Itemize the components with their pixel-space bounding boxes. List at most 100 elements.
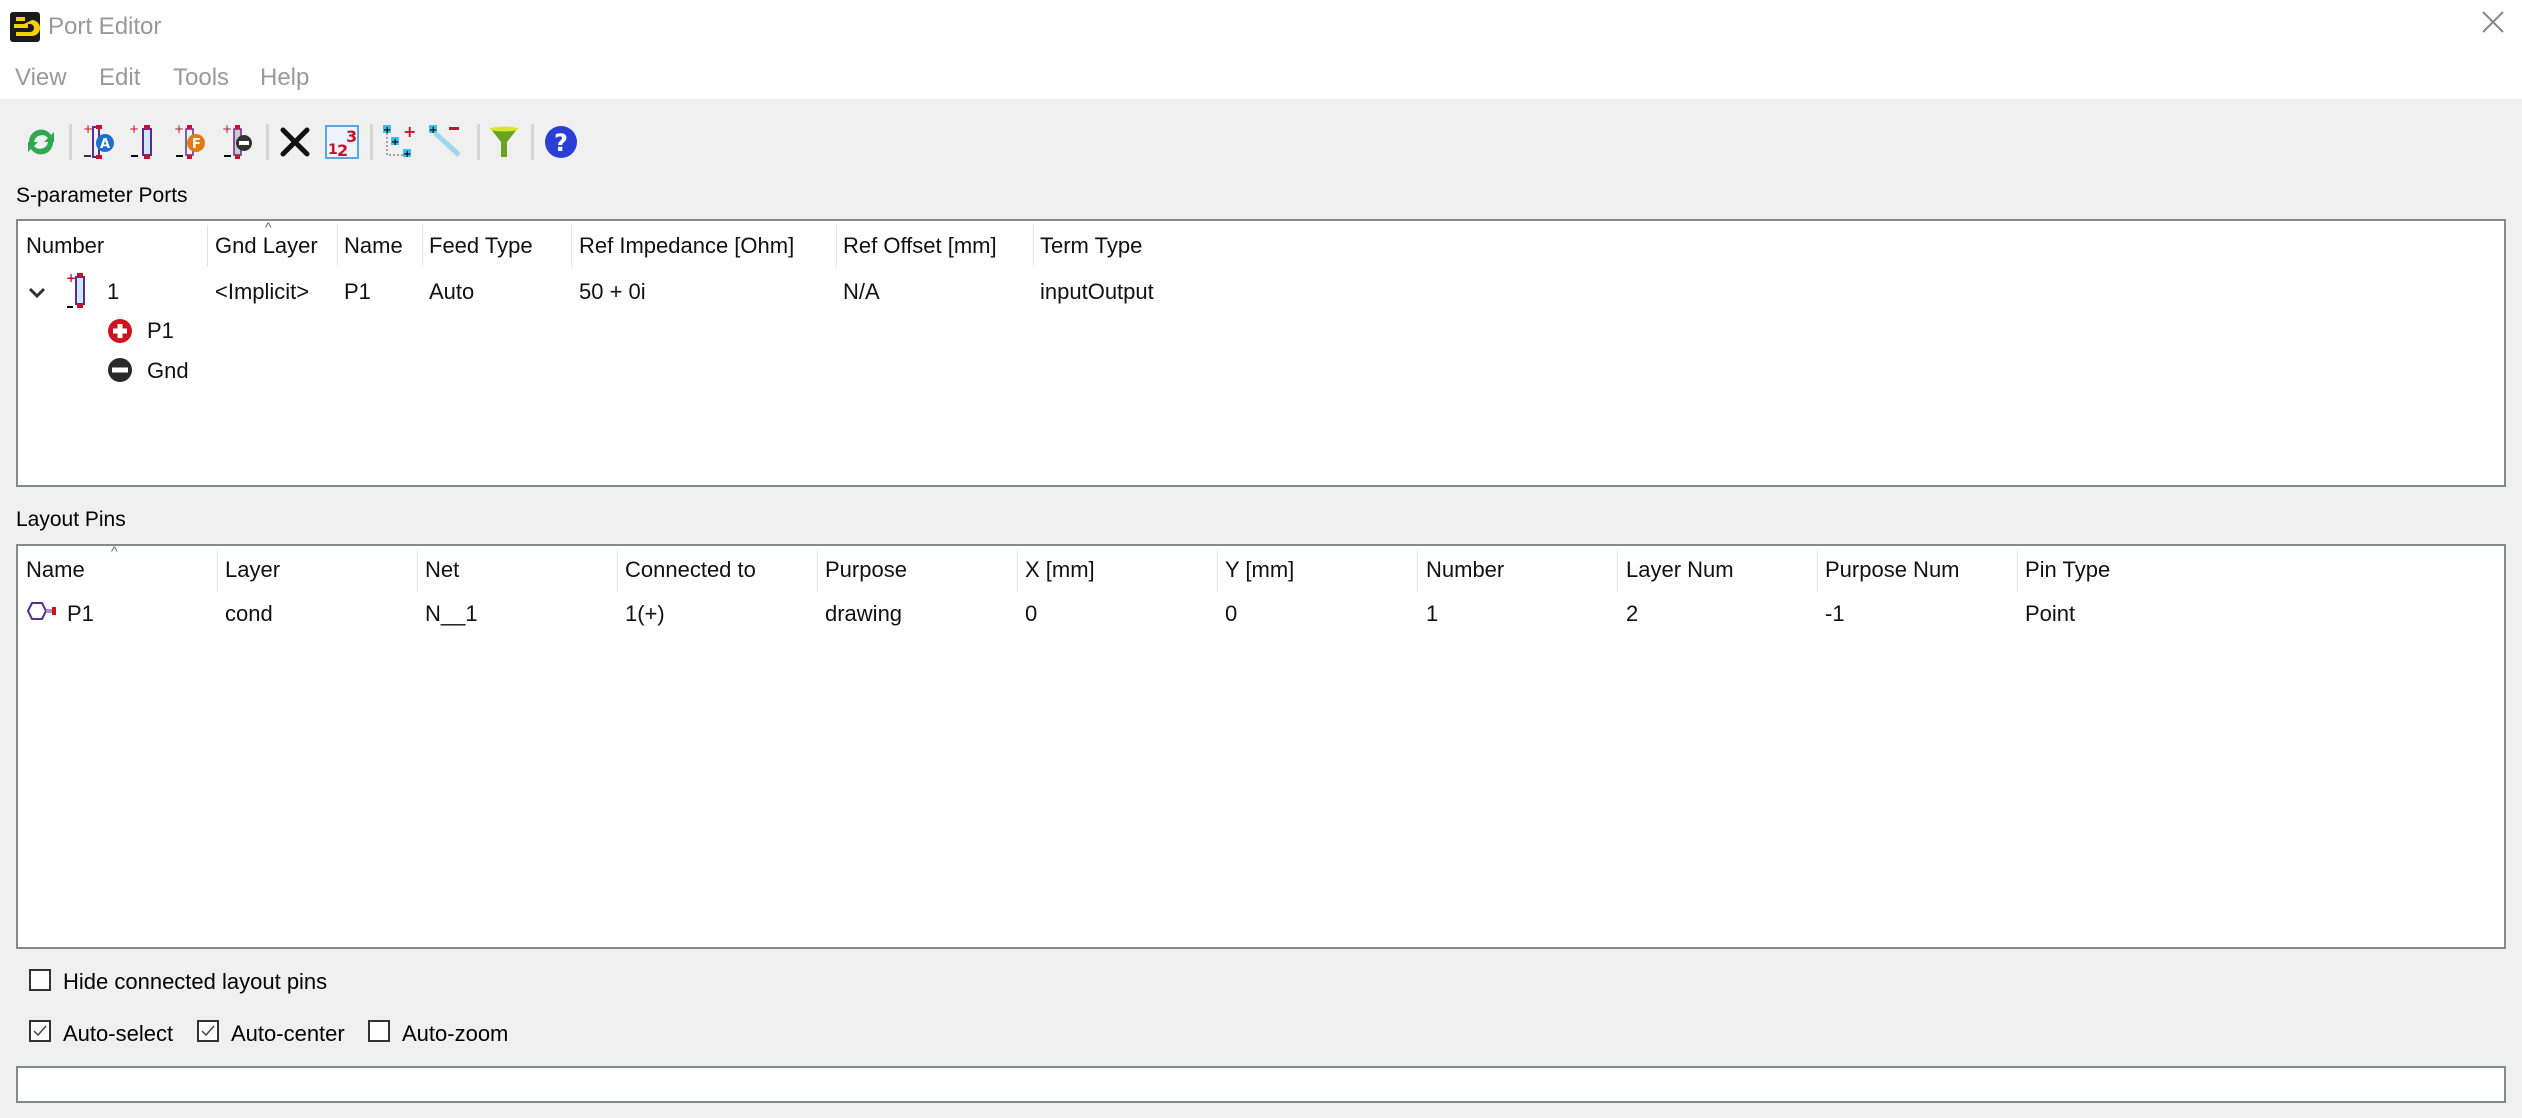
renumber-icon: 1 2 3	[325, 125, 359, 160]
column-header-connected-to[interactable]: Connected to	[625, 557, 756, 583]
auto-select-checkbox[interactable]	[29, 1020, 51, 1042]
pin-net[interactable]: N__1	[425, 601, 478, 627]
add-pins-button[interactable]: + + + +	[380, 122, 420, 162]
svg-text:+: +	[403, 149, 411, 160]
app-logo-icon	[10, 12, 40, 42]
remove-pins-icon: +	[429, 125, 461, 157]
pin-layer-num[interactable]: 2	[1626, 601, 1638, 627]
port-feed-type[interactable]: Auto	[429, 279, 474, 305]
pins-section-label: Layout Pins	[16, 508, 126, 531]
help-button[interactable]: ?	[541, 122, 581, 162]
auto-zoom-label[interactable]: Auto-zoom	[402, 1021, 508, 1047]
column-header-pin-type[interactable]: Pin Type	[2025, 557, 2110, 583]
svg-text:+: +	[66, 272, 76, 285]
add-port-button[interactable]: +	[126, 122, 166, 162]
port-ref-offset[interactable]: N/A	[843, 279, 880, 305]
menu-view[interactable]: View	[15, 64, 67, 92]
column-divider	[1817, 550, 1818, 592]
svg-text:+: +	[403, 123, 416, 141]
pin-purpose-num[interactable]: -1	[1825, 601, 1845, 627]
port-gnd-layer[interactable]: <Implicit>	[215, 279, 309, 305]
toolbar-separator	[477, 124, 480, 160]
refresh-button[interactable]	[21, 122, 61, 162]
auto-center-checkbox[interactable]	[197, 1020, 219, 1042]
pins-table	[16, 544, 2506, 949]
hide-connected-checkbox[interactable]	[29, 969, 51, 991]
toolbar-separator	[266, 124, 269, 160]
column-header-name[interactable]: Name	[344, 233, 403, 259]
column-header-name[interactable]: Name	[26, 557, 85, 583]
pin-number[interactable]: 1	[1426, 601, 1438, 627]
pin-connected-to[interactable]: 1(+)	[625, 601, 665, 627]
port-name[interactable]: P1	[344, 279, 371, 305]
svg-text:+: +	[391, 137, 399, 148]
column-header-number[interactable]: Number	[1426, 557, 1504, 583]
toolbar-separator	[370, 124, 373, 160]
auto-select-label[interactable]: Auto-select	[63, 1021, 173, 1047]
column-header-layer-num[interactable]: Layer Num	[1626, 557, 1734, 583]
column-header-layer[interactable]: Layer	[225, 557, 280, 583]
terminal-label[interactable]: P1	[147, 318, 174, 344]
column-header-term-type[interactable]: Term Type	[1040, 233, 1142, 259]
sparam-table	[16, 219, 2506, 487]
delete-button[interactable]	[275, 122, 315, 162]
svg-text:3: 3	[346, 127, 357, 146]
column-header-x[interactable]: X [mm]	[1025, 557, 1095, 583]
add-auto-port-button[interactable]: + A	[80, 122, 120, 162]
port-term-type[interactable]: inputOutput	[1040, 279, 1154, 305]
hide-connected-label[interactable]: Hide connected layout pins	[63, 969, 327, 995]
menu-edit[interactable]: Edit	[99, 64, 140, 92]
filter-icon	[490, 126, 518, 157]
column-divider	[422, 225, 423, 267]
column-header-purpose[interactable]: Purpose	[825, 557, 907, 583]
checkmark-icon	[33, 1025, 47, 1037]
column-header-y[interactable]: Y [mm]	[1225, 557, 1294, 583]
port-ref-impedance[interactable]: 50 + 0i	[579, 279, 646, 305]
column-header-purpose-num[interactable]: Purpose Num	[1825, 557, 1960, 583]
column-header-feed-type[interactable]: Feed Type	[429, 233, 533, 259]
add-ground-port-icon: +	[222, 123, 252, 159]
menu-tools[interactable]: Tools	[173, 64, 229, 92]
column-divider	[1217, 550, 1218, 592]
svg-text:?: ?	[554, 129, 568, 157]
auto-zoom-checkbox[interactable]	[368, 1020, 390, 1042]
add-feed-port-button[interactable]: + F	[171, 122, 211, 162]
toolbar-separator	[69, 124, 72, 160]
close-icon[interactable]	[2478, 10, 2508, 40]
port-number[interactable]: 1	[107, 279, 119, 305]
column-divider	[417, 550, 418, 592]
column-divider	[1417, 550, 1418, 592]
plus-terminal-icon	[107, 318, 133, 344]
svg-text:+: +	[129, 123, 139, 136]
column-divider	[207, 225, 208, 267]
pin-type[interactable]: Point	[2025, 601, 2075, 627]
checkmark-icon	[201, 1025, 215, 1037]
column-divider	[836, 225, 837, 267]
svg-text:F: F	[192, 137, 201, 152]
add-port-icon: +	[129, 123, 152, 159]
pin-name[interactable]: P1	[67, 601, 94, 627]
auto-center-label[interactable]: Auto-center	[231, 1021, 345, 1047]
column-header-number[interactable]: Number	[26, 233, 104, 259]
add-ground-port-button[interactable]: +	[219, 122, 259, 162]
menu-help[interactable]: Help	[260, 64, 309, 92]
pin-x[interactable]: 0	[1025, 601, 1037, 627]
pin-layer[interactable]: cond	[225, 601, 273, 627]
column-header-ref-impedance[interactable]: Ref Impedance [Ohm]	[579, 233, 794, 259]
toolbar	[0, 99, 2522, 183]
filter-button[interactable]	[484, 122, 524, 162]
remove-pins-button[interactable]: +	[426, 122, 466, 162]
pin-purpose[interactable]: drawing	[825, 601, 902, 627]
terminal-label[interactable]: Gnd	[147, 358, 189, 384]
pin-y[interactable]: 0	[1225, 601, 1237, 627]
sort-ascending-icon: ^	[111, 543, 118, 559]
window-title: Port Editor	[48, 13, 162, 40]
help-icon: ?	[545, 126, 577, 158]
svg-text:+: +	[83, 123, 93, 136]
column-divider	[217, 550, 218, 592]
renumber-button[interactable]: 1 2 3	[322, 122, 362, 162]
expand-chevron-icon[interactable]	[27, 282, 47, 302]
column-header-net[interactable]: Net	[425, 557, 459, 583]
column-header-gnd-layer[interactable]: Gnd Layer	[215, 233, 318, 259]
column-header-ref-offset[interactable]: Ref Offset [mm]	[843, 233, 997, 259]
